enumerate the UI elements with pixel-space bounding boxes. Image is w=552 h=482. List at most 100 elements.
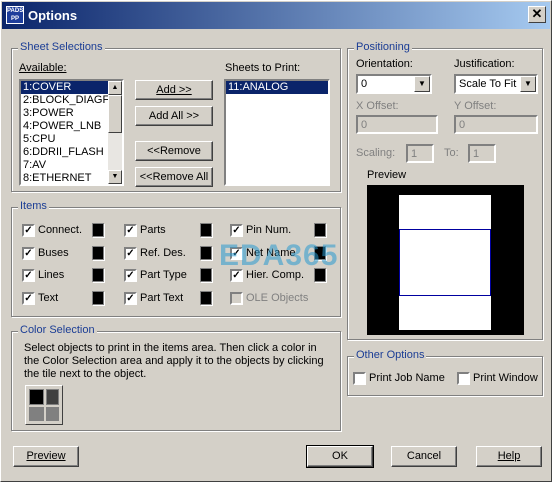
- orientation-label: Orientation:: [356, 58, 413, 70]
- item-checkbox[interactable]: ✓: [230, 224, 243, 237]
- positioning-group: Positioning Orientation: 0 ▼ Justificati…: [347, 41, 543, 340]
- available-label: Available:: [19, 62, 67, 74]
- cancel-button[interactable]: Cancel: [391, 446, 457, 467]
- add-button-label: Add >>: [156, 84, 192, 96]
- scaling-to-value: 1: [473, 148, 480, 160]
- scroll-thumb[interactable]: [108, 95, 122, 133]
- available-scrollbar[interactable]: ▲ ▼: [108, 81, 122, 184]
- add-button[interactable]: Add >>: [135, 80, 213, 100]
- item-label: Part Type: [140, 269, 187, 281]
- list-item[interactable]: 6:DDRII_FLASH: [21, 146, 108, 159]
- remove-all-button-label: <<Remove All: [139, 171, 209, 183]
- watermark: EDA365: [219, 239, 339, 272]
- color-black[interactable]: [29, 389, 44, 405]
- item-checkbox[interactable]: ✓: [124, 292, 137, 305]
- color-gray-2[interactable]: [46, 407, 59, 421]
- orientation-value: 0: [361, 78, 368, 90]
- scaling-to-field: 1: [468, 144, 496, 163]
- item-checkbox: [230, 292, 243, 305]
- print-window-label: Print Window: [473, 372, 538, 384]
- item-checkbox[interactable]: ✓: [22, 292, 35, 305]
- color-swatch[interactable]: [200, 246, 212, 260]
- item-checkbox[interactable]: ✓: [124, 247, 137, 260]
- list-item[interactable]: 5:CPU: [21, 133, 108, 146]
- add-all-button-label: Add All >>: [148, 110, 200, 122]
- color-swatch[interactable]: [92, 291, 104, 305]
- print-job-name-checkbox[interactable]: [353, 372, 366, 385]
- sheet-selections-group: Sheet Selections Available: 1:COVER 2:BLO…: [11, 41, 341, 192]
- item-label: Ref. Des.: [140, 247, 186, 259]
- options-dialog: PADS PP Options ✕ Sheet Selections Availa…: [0, 0, 552, 482]
- item-label: Part Text: [140, 292, 184, 304]
- orientation-select[interactable]: 0 ▼: [356, 74, 432, 94]
- color-swatch[interactable]: [92, 223, 104, 237]
- item-checkbox[interactable]: ✓: [22, 224, 35, 237]
- available-items: 1:COVER 2:BLOCK_DIAGF 3:POWER 4:POWER_LNB 5:…: [21, 81, 109, 184]
- y-offset-value: 0: [459, 119, 466, 131]
- list-item[interactable]: 2:BLOCK_DIAGF: [21, 94, 109, 107]
- item-checkbox[interactable]: ✓: [22, 247, 35, 260]
- available-list[interactable]: 1:COVER 2:BLOCK_DIAGF 3:POWER 4:POWER_LNB 5:…: [19, 79, 124, 186]
- justification-select[interactable]: Scale To Fit ▼: [454, 74, 538, 94]
- chevron-down-icon[interactable]: ▼: [520, 76, 536, 92]
- print-window-checkbox[interactable]: [457, 372, 470, 385]
- x-offset-label: X Offset:: [356, 100, 399, 112]
- remove-button[interactable]: <<Remove: [135, 141, 213, 161]
- item-label: Buses: [38, 247, 69, 259]
- color-swatch[interactable]: [200, 291, 212, 305]
- preview-print-area: [399, 229, 491, 296]
- item-checkbox[interactable]: ✓: [124, 269, 137, 282]
- color-instructions: Select objects to print in the items are…: [24, 342, 324, 380]
- y-offset-field: 0: [454, 115, 538, 134]
- color-dark-gray[interactable]: [46, 389, 59, 405]
- close-button[interactable]: ✕: [528, 6, 546, 23]
- scroll-down-button[interactable]: ▼: [108, 170, 122, 184]
- color-gray-1[interactable]: [29, 407, 44, 421]
- close-icon: ✕: [531, 6, 543, 21]
- item-label: Parts: [140, 224, 166, 236]
- scaling-from-value: 1: [411, 148, 418, 160]
- y-offset-label: Y Offset:: [454, 100, 497, 112]
- sheets-to-print-items: 11:ANALOG: [226, 81, 328, 94]
- list-item[interactable]: 11:ANALOG: [226, 81, 328, 94]
- cancel-button-label: Cancel: [406, 450, 442, 462]
- item-label: Pin Num.: [246, 224, 292, 236]
- x-offset-value: 0: [361, 119, 368, 131]
- color-palette-tile[interactable]: [25, 385, 63, 425]
- color-swatch[interactable]: [314, 223, 326, 237]
- items-title: Items: [18, 200, 49, 212]
- other-options-group: Other Options Print Job Name Print Windo…: [347, 349, 543, 396]
- color-swatch[interactable]: [200, 268, 212, 282]
- ok-button[interactable]: OK: [306, 445, 374, 468]
- color-selection-group: Color Selection Select objects to print …: [11, 324, 341, 431]
- justification-value: Scale To Fit: [459, 78, 517, 90]
- other-options-title: Other Options: [354, 349, 427, 361]
- ok-button-label: OK: [332, 450, 348, 462]
- color-swatch[interactable]: [200, 223, 212, 237]
- remove-all-button[interactable]: <<Remove All: [135, 167, 213, 187]
- scaling-label: Scaling:: [356, 147, 396, 159]
- list-item[interactable]: 3:POWER: [21, 107, 108, 120]
- color-selection-title: Color Selection: [18, 324, 97, 336]
- preview-button[interactable]: Preview: [13, 446, 79, 467]
- scroll-up-button[interactable]: ▲: [108, 81, 122, 95]
- item-checkbox[interactable]: ✓: [22, 269, 35, 282]
- scaling-from-field: 1: [406, 144, 434, 163]
- sheets-to-print-list[interactable]: 11:ANALOG: [224, 79, 330, 186]
- preview-label: Preview: [367, 169, 407, 181]
- title-bar[interactable]: PADS PP Options ✕: [2, 2, 550, 29]
- list-item[interactable]: 4:POWER_LNB: [21, 120, 108, 133]
- add-all-button[interactable]: Add All >>: [135, 106, 213, 126]
- color-swatch[interactable]: [92, 268, 104, 282]
- item-label: Text: [38, 292, 59, 304]
- item-label: OLE Objects: [246, 292, 309, 304]
- help-button[interactable]: Help: [476, 446, 542, 467]
- item-checkbox[interactable]: ✓: [124, 224, 137, 237]
- chevron-down-icon[interactable]: ▼: [414, 76, 430, 92]
- list-item[interactable]: 8:ETHERNET: [21, 172, 108, 184]
- list-item[interactable]: 1:COVER: [21, 81, 108, 94]
- color-swatch[interactable]: [92, 246, 104, 260]
- print-job-name-label: Print Job Name: [369, 372, 445, 384]
- list-item[interactable]: 7:AV: [21, 159, 108, 172]
- x-offset-field: 0: [356, 115, 438, 134]
